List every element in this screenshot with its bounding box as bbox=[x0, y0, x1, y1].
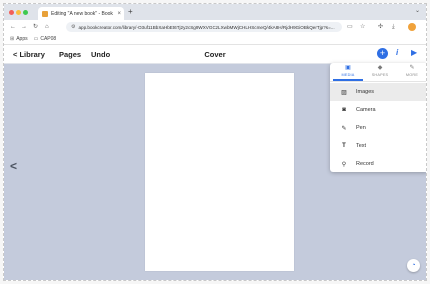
menu-item-text[interactable]: T Text bbox=[330, 137, 426, 155]
microphone-icon: ⚲ bbox=[341, 161, 347, 168]
profile-avatar[interactable] bbox=[408, 23, 416, 31]
download-icon[interactable]: ⤓ bbox=[392, 23, 395, 31]
insert-menu-tabs: ▣ MEDIA ◆ SHAPES ✎ MORE bbox=[330, 63, 426, 82]
active-tab-indicator bbox=[333, 79, 363, 81]
url-text: app.bookcreator.com/library/-O3uf11BbXaH… bbox=[78, 24, 335, 30]
menu-item-pen[interactable]: ✎ Pen bbox=[330, 119, 426, 137]
back-icon[interactable]: ← bbox=[10, 23, 16, 31]
minimize-window-dot[interactable] bbox=[16, 10, 21, 15]
tab-label: MEDIA bbox=[341, 73, 355, 77]
menu-item-label: Text bbox=[356, 143, 367, 149]
tab-label: MORE bbox=[405, 73, 419, 77]
menu-item-label: Camera bbox=[356, 107, 376, 113]
menu-item-label: Pen bbox=[356, 125, 366, 131]
reload-icon[interactable]: ↻ bbox=[33, 23, 38, 31]
media-icon: ▣ bbox=[345, 65, 351, 71]
tab-shapes[interactable]: ◆ SHAPES bbox=[365, 65, 395, 77]
add-icon[interactable]: + bbox=[377, 48, 388, 59]
tab-label: SHAPES bbox=[371, 73, 389, 77]
camera-icon: ◙ bbox=[342, 107, 346, 113]
tab-media[interactable]: ▣ MEDIA bbox=[333, 65, 363, 77]
cast-icon[interactable]: ▭ bbox=[347, 23, 353, 31]
bookmark-cap08[interactable]: ▭ CAP08 bbox=[34, 36, 57, 42]
book-cover-page[interactable] bbox=[145, 73, 294, 271]
address-bar[interactable]: ⚙ app.bookcreator.com/library/-O3uf11BbX… bbox=[66, 22, 342, 32]
page-title: Cover bbox=[204, 50, 226, 59]
browser-tab[interactable]: Editing "A new book" - Book × bbox=[38, 7, 124, 20]
chat-help-icon[interactable]: ◔ bbox=[407, 259, 420, 272]
bookmark-star-icon[interactable]: ☆ bbox=[360, 23, 365, 31]
menu-item-images[interactable]: ▨ Images bbox=[330, 83, 426, 101]
menu-item-label: Record bbox=[356, 161, 374, 167]
bookmark-label: Apps bbox=[16, 36, 28, 42]
tab-close-icon[interactable]: × bbox=[117, 11, 121, 17]
menu-item-record[interactable]: ⚲ Record bbox=[330, 155, 426, 172]
menu-item-label: Images bbox=[356, 89, 375, 95]
browser-window: Editing "A new book" - Book × + ⌄ ← → ↻ … bbox=[3, 3, 427, 281]
forward-icon[interactable]: → bbox=[21, 23, 27, 31]
bookmarks-bar: ⊞ Apps ▭ CAP08 bbox=[4, 34, 426, 45]
browser-toolbar: ← → ↻ ⌂ ⚙ app.bookcreator.com/library/-O… bbox=[4, 20, 426, 34]
tab-strip: Editing "A new book" - Book × + ⌄ bbox=[4, 4, 426, 20]
bookmark-apps[interactable]: ⊞ Apps bbox=[10, 36, 28, 42]
home-icon[interactable]: ⌂ bbox=[45, 23, 49, 31]
menu-item-camera[interactable]: ◙ Camera bbox=[330, 101, 426, 119]
pen-icon: ✎ bbox=[341, 125, 347, 132]
text-icon: T bbox=[342, 143, 346, 149]
insert-menu: ▣ MEDIA ◆ SHAPES ✎ MORE ▨ Images ◙ Camer… bbox=[330, 63, 426, 172]
bookcreator-favicon-icon bbox=[42, 10, 48, 17]
tab-more[interactable]: ✎ MORE bbox=[397, 65, 426, 77]
site-info-icon[interactable]: ⚙ bbox=[71, 24, 75, 30]
more-icon: ✎ bbox=[409, 65, 415, 71]
play-icon[interactable]: ▶ bbox=[411, 48, 417, 57]
new-tab-button[interactable]: + bbox=[128, 8, 133, 16]
tab-search-icon[interactable]: ⌄ bbox=[415, 7, 420, 14]
folder-icon: ▭ bbox=[33, 36, 39, 42]
apps-grid-icon: ⊞ bbox=[10, 36, 15, 42]
extensions-icon[interactable]: ✣ bbox=[378, 23, 383, 31]
tab-title: Editing "A new book" - Book bbox=[51, 10, 113, 17]
editor-header: < Library Pages Undo Cover + i ▶ bbox=[4, 45, 426, 64]
bookmark-label: CAP08 bbox=[40, 36, 57, 42]
shapes-icon: ◆ bbox=[377, 65, 383, 71]
image-icon: ▨ bbox=[341, 89, 347, 96]
close-window-dot[interactable] bbox=[9, 10, 14, 15]
maximize-window-dot[interactable] bbox=[23, 10, 28, 15]
info-icon[interactable]: i bbox=[396, 48, 398, 57]
previous-page-icon[interactable]: < bbox=[10, 159, 17, 173]
